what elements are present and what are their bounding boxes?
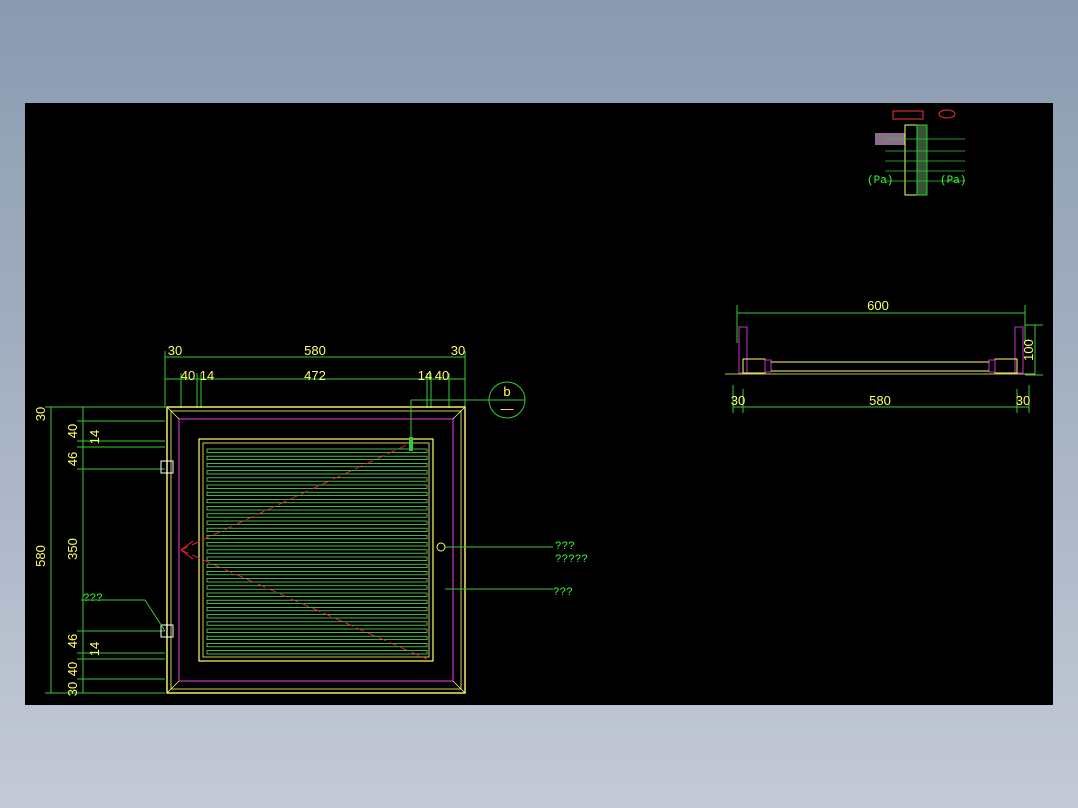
louver-slat bbox=[206, 621, 428, 626]
louver-slat bbox=[206, 635, 428, 640]
section-dim-600: 600 bbox=[867, 298, 889, 313]
louver-slats bbox=[206, 448, 428, 655]
louver-slat bbox=[206, 578, 428, 583]
louver-slat bbox=[206, 592, 428, 597]
handle-knob bbox=[436, 542, 446, 552]
louver-slat bbox=[206, 650, 428, 655]
louver-slat bbox=[206, 563, 428, 568]
note-louver: ??? bbox=[553, 587, 573, 599]
svg-text:(Pa): (Pa) bbox=[940, 175, 966, 187]
dim-top-left-30: 30 bbox=[168, 343, 182, 358]
louver-slat bbox=[206, 585, 428, 590]
dim-left-top-46: 46 bbox=[65, 452, 80, 466]
section-dim-left-30: 30 bbox=[731, 393, 745, 408]
dim-left-350: 350 bbox=[65, 538, 80, 560]
dim-left-bot-46: 46 bbox=[65, 634, 80, 648]
section-dim-right-30: 30 bbox=[1016, 393, 1030, 408]
dim-inner-left-40: 40 bbox=[181, 368, 195, 383]
dim-left-bot-14: 14 bbox=[87, 642, 102, 656]
dim-left-top-14: 14 bbox=[87, 430, 102, 444]
dim-inner-left-14: 14 bbox=[200, 368, 214, 383]
louver-slat bbox=[206, 527, 428, 532]
louver-slat bbox=[206, 542, 428, 547]
svg-text:(Pa): (Pa) bbox=[867, 175, 893, 187]
louver-slat bbox=[206, 477, 428, 482]
section-mark-sub: — bbox=[501, 401, 514, 416]
section-view: 600 100 30 580 30 bbox=[725, 298, 1043, 413]
section-dim-580: 580 bbox=[869, 393, 891, 408]
note-handle-2: ????? bbox=[555, 554, 588, 566]
dim-left-bot-40: 40 bbox=[65, 662, 80, 676]
louver-slat bbox=[206, 499, 428, 504]
louver-slat bbox=[206, 549, 428, 554]
louver-slat bbox=[206, 463, 428, 468]
section-mark-letter: b bbox=[503, 384, 510, 399]
louver-slat bbox=[206, 535, 428, 540]
louver-slat bbox=[206, 513, 428, 518]
louver-slat bbox=[206, 571, 428, 576]
note-hinge: ??? bbox=[83, 593, 103, 605]
louver-slat bbox=[206, 455, 428, 460]
dim-top-right-30: 30 bbox=[451, 343, 465, 358]
front-view: 30 580 30 40 14 472 14 40 30 40 14 46 58… bbox=[33, 343, 588, 696]
louver-slat bbox=[206, 506, 428, 511]
louver-slat bbox=[206, 491, 428, 496]
louver-slat bbox=[206, 599, 428, 604]
dim-top-580: 580 bbox=[304, 343, 326, 358]
dim-left-bot-30: 30 bbox=[65, 682, 80, 696]
dim-left-580: 580 bbox=[33, 545, 48, 567]
louver-slat bbox=[206, 628, 428, 633]
dim-inner-472: 472 bbox=[304, 368, 326, 383]
dim-left-top-40: 40 bbox=[65, 424, 80, 438]
cad-viewport[interactable]: (Pa) (Pa) 600 100 30 580 30 30 580 30 40… bbox=[25, 103, 1053, 705]
note-handle-1: ??? bbox=[555, 541, 575, 553]
dim-inner-right-14: 14 bbox=[418, 368, 432, 383]
louver-slat bbox=[206, 470, 428, 475]
louver-slat bbox=[206, 556, 428, 561]
drawing-svg: (Pa) (Pa) 600 100 30 580 30 30 580 30 40… bbox=[33, 109, 1043, 696]
detail-thumbnail: (Pa) (Pa) bbox=[867, 109, 966, 196]
dim-inner-right-40: 40 bbox=[435, 368, 449, 383]
louver-slat bbox=[206, 614, 428, 619]
dim-left-top-30: 30 bbox=[33, 407, 48, 421]
